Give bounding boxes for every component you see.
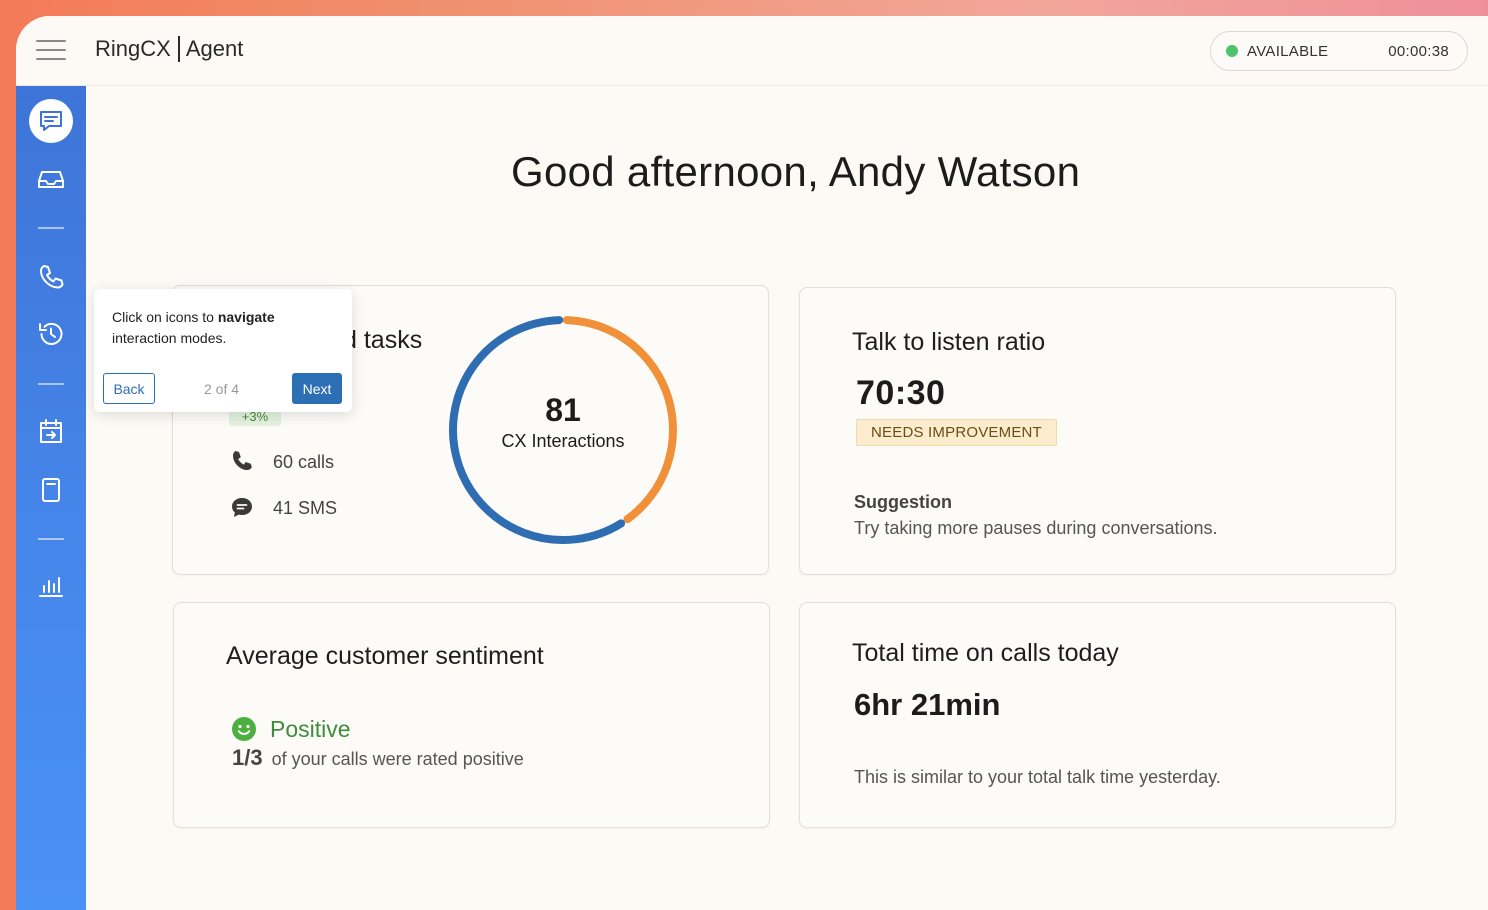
step-counter: 2 of 4 bbox=[204, 381, 240, 397]
calendar-icon[interactable] bbox=[29, 410, 73, 454]
talk-listen-card: Talk to listen ratio 70:30 NEEDS IMPROVE… bbox=[799, 287, 1396, 575]
sentiment-label: Positive bbox=[270, 715, 351, 742]
total-time-card: Total time on calls today 6hr 21min This… bbox=[799, 602, 1396, 828]
donut-label: CX Interactions bbox=[501, 431, 625, 451]
sentiment-detail: 1/3 of your calls were rated positive bbox=[232, 745, 524, 771]
talk-listen-value: 70:30 bbox=[856, 374, 946, 412]
analytics-icon[interactable] bbox=[29, 565, 73, 609]
sidebar-divider bbox=[38, 538, 64, 540]
sidebar bbox=[16, 86, 86, 910]
chat-icon[interactable] bbox=[29, 99, 73, 143]
notes-icon[interactable] bbox=[29, 468, 73, 512]
onboarding-tooltip: Click on icons to navigate interaction m… bbox=[94, 289, 352, 412]
sms-icon bbox=[232, 498, 252, 517]
status-label: AVAILABLE bbox=[1247, 42, 1329, 60]
menu-icon[interactable] bbox=[36, 40, 66, 62]
calls-stat: 60 calls bbox=[229, 449, 334, 475]
phone-icon[interactable] bbox=[29, 255, 73, 299]
sms-count: 41 SMS bbox=[273, 497, 338, 518]
total-time-title: Total time on calls today bbox=[852, 639, 1119, 667]
suggestion-text: Try taking more pauses during conversati… bbox=[854, 518, 1218, 538]
needs-improvement-badge: NEEDS IMPROVEMENT bbox=[856, 419, 1057, 446]
history-icon[interactable] bbox=[29, 312, 73, 356]
total-time-value: 6hr 21min bbox=[854, 687, 1001, 722]
greeting-heading: Good afternoon, Andy Watson bbox=[511, 148, 1081, 195]
sidebar-divider bbox=[38, 383, 64, 385]
positive-fraction: 1/3 bbox=[232, 745, 263, 770]
tooltip-text-bold: navigate bbox=[217, 309, 275, 325]
brand-product: Agent bbox=[185, 36, 244, 61]
phone-icon bbox=[233, 451, 252, 470]
sentiment-card: Average customer sentiment Positive 1/3 … bbox=[173, 602, 770, 828]
talk-listen-title: Talk to listen ratio bbox=[852, 328, 1046, 356]
top-bar: RingCX Agent AVAILABLE 00:00:38 bbox=[16, 16, 1488, 86]
tooltip-text: Click on icons to navigate interaction m… bbox=[112, 307, 342, 349]
donut-value: 81 bbox=[545, 392, 581, 428]
sentiment-title: Average customer sentiment bbox=[226, 642, 544, 670]
agent-status-selector[interactable]: AVAILABLE 00:00:38 bbox=[1210, 31, 1468, 71]
total-time-detail: This is similar to your total talk time … bbox=[854, 767, 1221, 787]
calls-count: 60 calls bbox=[273, 451, 335, 472]
back-button[interactable]: Back bbox=[103, 373, 155, 404]
sms-stat: 41 SMS bbox=[229, 495, 337, 521]
suggestion-heading: Suggestion bbox=[854, 492, 952, 512]
tasks-card-title: d tasks bbox=[343, 326, 423, 354]
smiley-icon bbox=[232, 717, 256, 741]
tooltip-text-suffix: interaction modes. bbox=[112, 330, 227, 346]
cx-interactions-donut bbox=[449, 316, 677, 544]
status-timer: 00:00:38 bbox=[1388, 42, 1449, 60]
status-dot-icon bbox=[1226, 45, 1238, 57]
inbox-icon[interactable] bbox=[29, 157, 73, 201]
app-window: RingCX Agent AVAILABLE 00:00:38 Good aft… bbox=[16, 16, 1488, 910]
sentiment-row: Positive bbox=[230, 715, 351, 743]
tooltip-text-prefix: Click on icons to bbox=[112, 309, 218, 325]
brand-name: RingCX bbox=[95, 36, 171, 61]
next-button[interactable]: Next bbox=[292, 373, 342, 404]
brand-logo: RingCX Agent bbox=[95, 36, 243, 62]
brand-separator bbox=[177, 36, 180, 62]
sidebar-divider bbox=[38, 227, 64, 229]
sentiment-detail-text: of your calls were rated positive bbox=[271, 749, 524, 769]
